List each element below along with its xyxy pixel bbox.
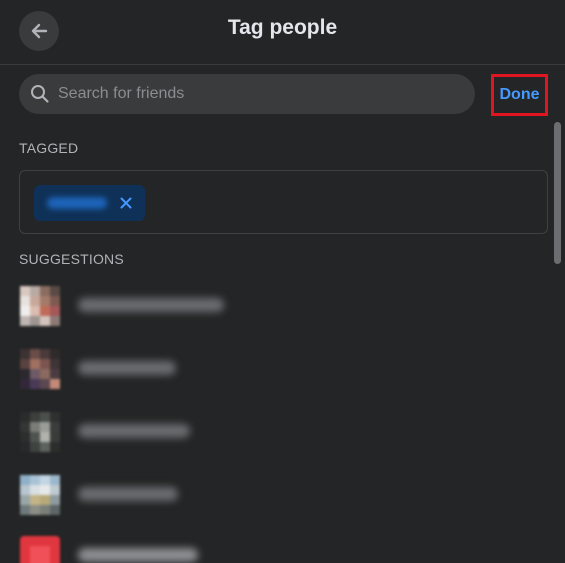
suggestion-name xyxy=(78,298,224,312)
suggestion-name xyxy=(78,548,198,562)
suggestion-item[interactable] xyxy=(0,524,548,563)
done-button[interactable]: Done xyxy=(491,74,548,116)
avatar xyxy=(20,286,60,326)
close-icon[interactable] xyxy=(117,194,135,212)
scrollbar[interactable] xyxy=(554,122,561,264)
avatar xyxy=(20,349,60,389)
avatar xyxy=(20,412,60,452)
search-box[interactable] xyxy=(19,74,475,114)
suggestion-name xyxy=(78,487,178,501)
avatar xyxy=(20,475,60,515)
suggestions-section-label: SUGGESTIONS xyxy=(19,251,124,267)
avatar xyxy=(20,536,60,563)
search-input[interactable] xyxy=(56,84,475,104)
suggestion-item[interactable] xyxy=(0,337,548,399)
tagged-section-label: TAGGED xyxy=(19,140,79,156)
suggestion-item[interactable] xyxy=(0,463,548,525)
suggestion-item[interactable] xyxy=(0,400,548,462)
tagged-chip-name xyxy=(47,197,107,209)
suggestion-item[interactable] xyxy=(0,274,548,336)
suggestion-name xyxy=(78,424,190,438)
tagged-chip xyxy=(34,185,145,221)
search-row: Done xyxy=(0,64,565,126)
dialog-header: Tag people xyxy=(0,0,565,65)
page-title: Tag people xyxy=(227,16,338,39)
search-icon xyxy=(30,84,50,104)
tag-people-dialog: Tag people Done TAGGED SUGGESTIONS xyxy=(0,0,565,563)
tagged-box xyxy=(19,170,548,234)
suggestion-name xyxy=(78,361,176,375)
